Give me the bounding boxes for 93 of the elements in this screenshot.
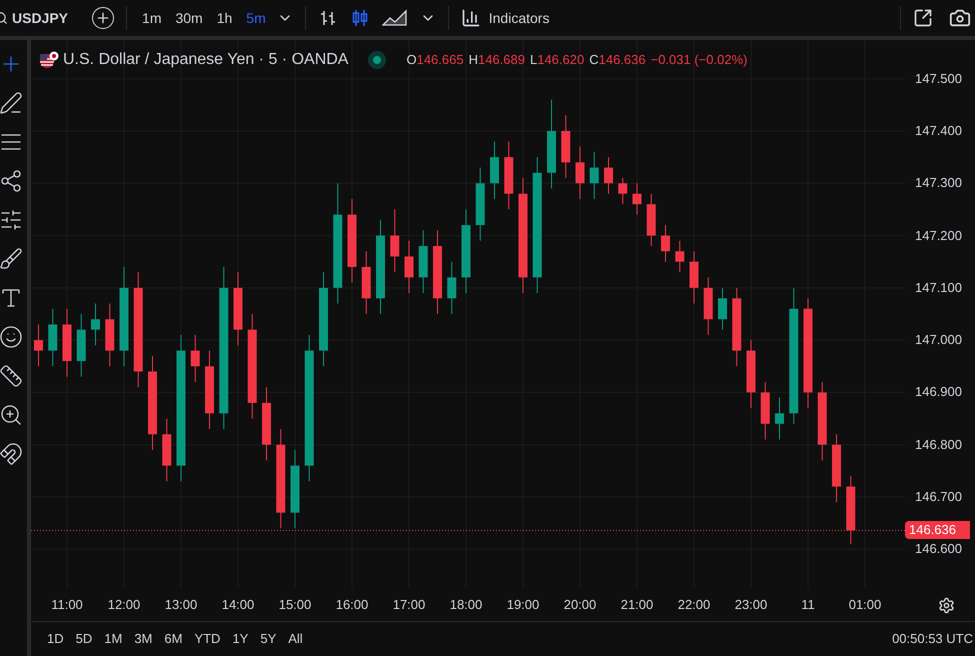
time-label: 15:00 — [278, 598, 312, 611]
candle — [746, 340, 756, 409]
interval-button[interactable]: 1m — [139, 8, 164, 28]
time-label: 20:00 — [564, 598, 596, 611]
candle — [76, 314, 86, 378]
interval-button[interactable]: 30m — [172, 8, 206, 28]
brush-tool-icon[interactable] — [0, 247, 22, 271]
time-label: 14:00 — [222, 598, 254, 611]
ohlc-value: O146.665 — [406, 51, 464, 70]
time-label: 13:00 — [164, 598, 198, 611]
flag-icon — [39, 51, 59, 69]
price-label: 147.200 — [915, 228, 962, 242]
symbol-label[interactable]: USDJPY — [12, 8, 68, 28]
camera-icon[interactable] — [949, 7, 971, 29]
candle — [418, 230, 428, 294]
candle — [62, 308, 72, 378]
candle — [504, 140, 514, 210]
time-label: 17:00 — [392, 598, 426, 611]
candle — [646, 193, 656, 247]
range-button[interactable]: 3M — [134, 629, 152, 649]
open-external-icon[interactable] — [913, 8, 933, 28]
time-label: 16:00 — [336, 598, 368, 611]
candle — [447, 261, 456, 314]
candle — [162, 418, 172, 482]
clock-label: 00:50:53 UTC — [892, 630, 973, 648]
trendline-tool-icon[interactable] — [0, 91, 22, 115]
price-label: 146.900 — [915, 385, 962, 398]
range-button[interactable]: 5D — [76, 629, 92, 649]
magnet-tool-icon[interactable] — [0, 442, 22, 466]
candle — [604, 156, 613, 194]
ruler-tool-icon[interactable] — [0, 364, 22, 388]
candle — [775, 397, 784, 440]
candle — [91, 303, 100, 346]
candle — [718, 287, 727, 330]
price-label: 146.800 — [915, 438, 962, 451]
range-button[interactable]: 1D — [47, 629, 64, 649]
last-price-badge: 146.636 — [905, 521, 970, 540]
candle — [490, 140, 499, 200]
time-label: 11:00 — [51, 598, 83, 611]
candle — [404, 240, 414, 294]
range-button[interactable]: 1M — [104, 629, 122, 649]
range-button[interactable]: 6M — [164, 629, 182, 649]
candle — [362, 250, 371, 314]
time-label: 21:00 — [620, 598, 654, 611]
price-label: 147.000 — [915, 333, 962, 346]
range-button[interactable]: All — [288, 629, 303, 649]
candle — [576, 146, 584, 200]
time-label: 12:00 — [108, 598, 140, 611]
interval-button[interactable]: 1h — [214, 8, 236, 28]
candle — [632, 182, 642, 216]
zoom-tool-icon[interactable] — [0, 403, 22, 427]
candle — [190, 334, 200, 382]
time-label: 22:00 — [678, 598, 710, 611]
change-value: −0.031 (−0.02%) — [650, 51, 748, 70]
symbol-title[interactable]: U.S. Dollar / Japanese Yen · 5 · OANDA — [63, 48, 348, 72]
candle — [690, 250, 698, 304]
candle — [846, 476, 856, 545]
candle — [34, 324, 43, 367]
price-label: 146.700 — [915, 490, 962, 503]
interval-button[interactable]: 5m — [243, 8, 269, 28]
candle — [618, 178, 628, 205]
indicators-button[interactable]: Indicators — [460, 8, 550, 28]
candle — [590, 151, 599, 200]
candle — [48, 308, 58, 367]
bar-chart-icon — [460, 8, 481, 28]
ohlc-value: H146.689 — [468, 51, 525, 70]
ohlc-value: L146.620 — [530, 51, 584, 70]
candle — [661, 224, 670, 262]
price-label: 147.500 — [915, 72, 962, 85]
candle — [832, 434, 841, 503]
candle — [105, 303, 114, 367]
range-button[interactable]: 5Y — [260, 629, 276, 649]
ohlc-value: C146.636 — [589, 51, 646, 70]
candle — [704, 276, 713, 336]
range-button[interactable]: YTD — [194, 629, 220, 649]
price-label: 147.400 — [915, 124, 962, 137]
settings-icon[interactable] — [938, 597, 955, 614]
add-symbol-icon[interactable] — [92, 7, 114, 29]
time-label: 11 — [801, 598, 815, 611]
candle — [675, 240, 684, 273]
emoji-tool-icon[interactable] — [0, 325, 22, 349]
time-label: 23:00 — [734, 598, 768, 611]
price-label: 146.600 — [915, 542, 962, 556]
time-label: 01:00 — [848, 598, 882, 611]
area-style-icon[interactable] — [382, 8, 408, 28]
price-label: 147.100 — [915, 280, 962, 294]
candle — [760, 381, 770, 440]
time-label: 18:00 — [450, 598, 482, 611]
candle — [390, 208, 400, 273]
candle — [561, 114, 570, 179]
time-label: 19:00 — [506, 598, 540, 611]
price-label: 147.300 — [915, 176, 962, 190]
range-button[interactable]: 1Y — [232, 629, 248, 649]
